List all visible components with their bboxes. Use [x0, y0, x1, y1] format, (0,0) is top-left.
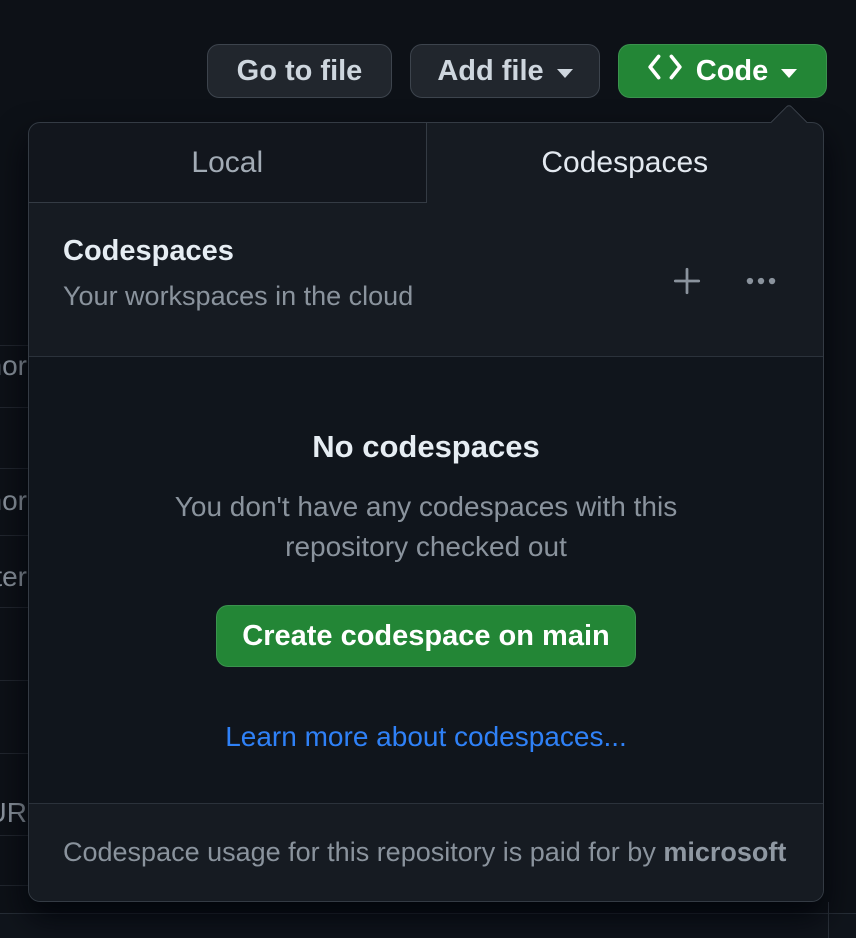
kebab-horizontal-icon [744, 264, 778, 298]
background-row-divider [0, 835, 28, 836]
new-codespace-button[interactable] [669, 263, 705, 299]
codespaces-footer: Codespace usage for this repository is p… [29, 803, 823, 901]
background-row-divider [0, 680, 28, 681]
tab-codespaces-label: Codespaces [541, 146, 708, 180]
footer-org: microsoft [663, 837, 786, 868]
background-bottom-divider [0, 913, 856, 914]
background-text-fragment: UR [0, 799, 27, 827]
background-row-divider [0, 535, 28, 536]
background-row-divider [0, 607, 28, 608]
background-text-fragment: nor [0, 487, 27, 515]
codespaces-header: Codespaces Your workspaces in the cloud [29, 203, 823, 356]
go-to-file-label: Go to file [237, 55, 363, 88]
learn-more-link[interactable]: Learn more about codespaces... [225, 721, 627, 753]
background-bottom-strip [0, 914, 856, 938]
background-row-divider [0, 407, 28, 408]
create-codespace-button[interactable]: Create codespace on main [216, 605, 636, 667]
background-row-divider [0, 345, 28, 346]
caret-down-icon [557, 69, 573, 78]
background-row-divider [0, 885, 28, 886]
codespaces-header-actions [669, 263, 779, 299]
tab-local[interactable]: Local [29, 123, 427, 203]
code-icon [648, 54, 682, 88]
background-row-divider [0, 468, 28, 469]
empty-state-description: You don't have any codespaces with this … [136, 487, 716, 567]
add-file-label: Add file [437, 55, 543, 88]
plus-icon [670, 264, 704, 298]
caret-down-icon [781, 69, 797, 78]
code-dropdown-panel: Local Codespaces Codespaces Your workspa… [28, 122, 824, 902]
background-text-fragment: ter [0, 563, 27, 591]
codespaces-options-button[interactable] [743, 263, 779, 299]
code-button[interactable]: Code [618, 44, 827, 98]
create-codespace-label: Create codespace on main [242, 620, 609, 653]
background-text-fragment: nor [0, 352, 27, 380]
codespaces-empty-state: No codespaces You don't have any codespa… [29, 356, 823, 803]
background-table-right-border [828, 902, 829, 938]
add-file-button[interactable]: Add file [410, 44, 600, 98]
go-to-file-button[interactable]: Go to file [207, 44, 392, 98]
tab-local-label: Local [191, 146, 263, 180]
tab-codespaces[interactable]: Codespaces [427, 123, 824, 203]
background-row-divider [0, 753, 28, 754]
code-button-label: Code [696, 55, 769, 88]
empty-state-title: No codespaces [312, 429, 539, 465]
code-dropdown-tabs: Local Codespaces [29, 123, 823, 203]
footer-text: Codespace usage for this repository is p… [63, 837, 663, 868]
